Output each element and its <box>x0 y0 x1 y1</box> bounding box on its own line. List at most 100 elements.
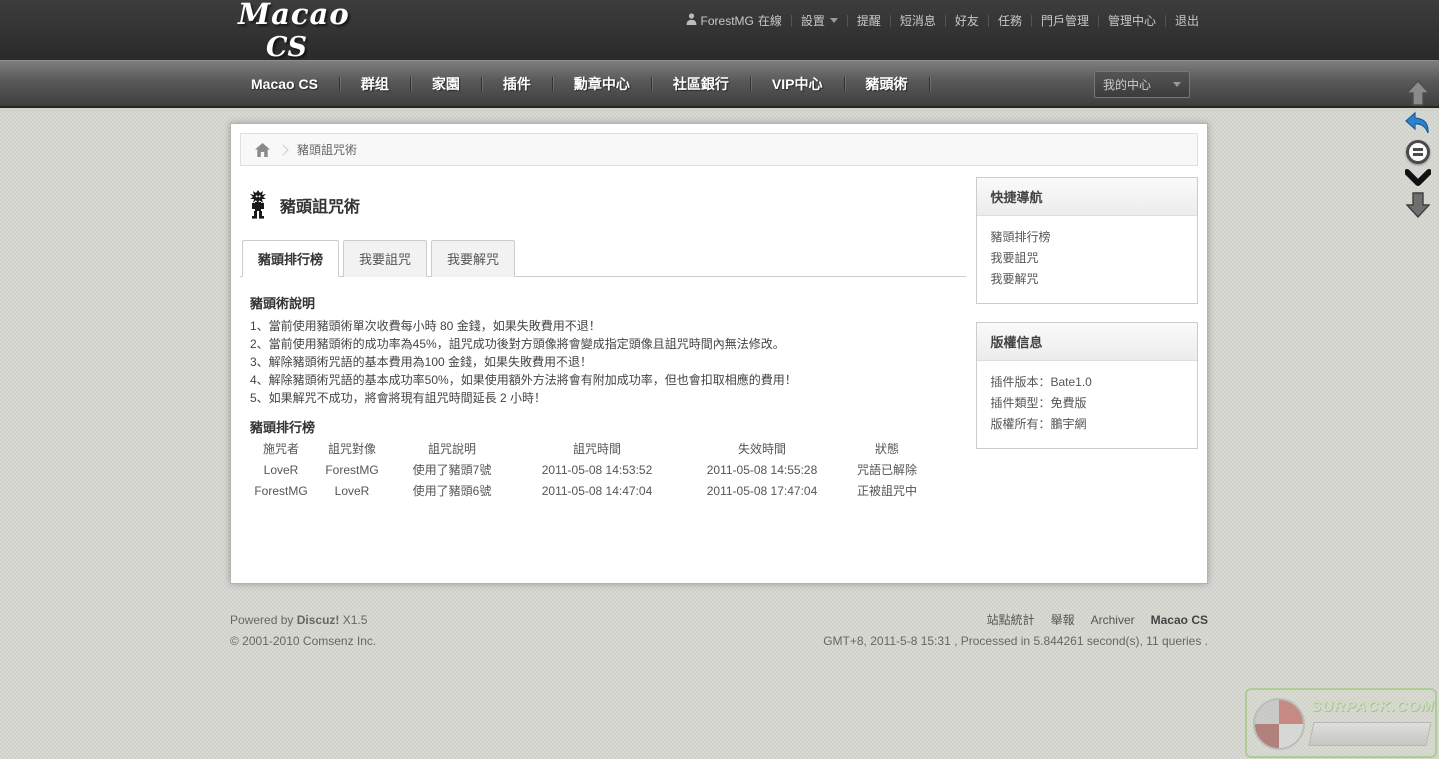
nav-item-home[interactable]: Macao CS <box>230 76 339 92</box>
cell-description: 使用了豬頭6號 <box>392 480 512 501</box>
footer-links: 站點統計 舉報 Archiver Macao CS <box>823 610 1208 631</box>
topbar-link-friends[interactable]: 好友 <box>946 12 988 29</box>
tab-ranking[interactable]: 豬頭排行榜 <box>242 240 339 277</box>
settings-label: 設置 <box>801 12 825 29</box>
user-menu: ForestMG 在線 設置 提醒 短消息 好友 任務 門戶管理 管理中心 退出 <box>677 12 1208 29</box>
cell-status: 咒語已解除 <box>842 459 932 480</box>
nav-item-groups[interactable]: 群组 <box>340 74 410 94</box>
tab-curse[interactable]: 我要詛咒 <box>343 240 427 277</box>
topbar-link-pm[interactable]: 短消息 <box>891 12 945 29</box>
footer-link-stats[interactable]: 站點統計 <box>987 610 1035 631</box>
footer: Powered by Discuz! X1.5 © 2001-2010 Coms… <box>230 610 1208 652</box>
user-profile-link[interactable]: ForestMG 在線 <box>677 12 791 29</box>
quick-nav-box: 快捷導航 豬頭排行榜 我要詛咒 我要解咒 <box>976 177 1198 304</box>
content-panel: 豬頭詛咒術 <box>230 123 1208 584</box>
footer-site-name: Macao CS <box>1151 610 1208 631</box>
main-column: 豬頭詛咒術 豬頭排行榜 我要詛咒 我要解咒 豬頭術說明 1、當前使用豬頭術單次收… <box>240 177 966 501</box>
notice-title: 豬頭術說明 <box>250 293 966 312</box>
col-header-caster: 施咒者 <box>250 438 312 459</box>
sidebar-link-ranking[interactable]: 豬頭排行榜 <box>990 227 1184 248</box>
cell-curse-time: 2011-05-08 14:47:04 <box>512 480 682 501</box>
page-title-text: 豬頭詛咒術 <box>280 193 360 217</box>
sidebar-link-uncurse[interactable]: 我要解咒 <box>990 269 1184 290</box>
discuz-brand-link[interactable]: Discuz! <box>297 613 340 627</box>
watermark-text: SURPACK.COM <box>1311 698 1434 715</box>
pighead-mascot-icon <box>248 189 268 222</box>
cell-status: 正被詛咒中 <box>842 480 932 501</box>
site-logo[interactable]: Macao CS <box>238 1 350 61</box>
watermark-logo: SURPACK.COM <box>1245 688 1437 758</box>
cell-target: LoveR <box>312 480 392 501</box>
page-scroll-tools <box>1402 80 1434 223</box>
col-header-curse-time: 詛咒時間 <box>512 438 682 459</box>
nav-item-space[interactable]: 家園 <box>411 74 481 94</box>
nav-item-medal-center[interactable]: 勳章中心 <box>553 74 651 94</box>
breadcrumb: 豬頭詛咒術 <box>240 133 1198 166</box>
topbar-link-admin-center[interactable]: 管理中心 <box>1099 12 1165 29</box>
copyright-box-title: 版權信息 <box>977 323 1197 361</box>
footer-stats-line: GMT+8, 2011-5-8 15:31 , Processed in 5.8… <box>823 631 1208 652</box>
nav-item-bank[interactable]: 社區銀行 <box>652 74 750 94</box>
copyright-box: 版權信息 插件版本：Bate1.0 插件類型：免費版 版權所有：鵬宇網 <box>976 322 1198 449</box>
powered-prefix: Powered by <box>230 613 293 627</box>
watermark-emblem-icon <box>1253 698 1305 750</box>
my-center-label: 我的中心 <box>1103 76 1151 93</box>
home-icon[interactable] <box>247 143 277 157</box>
ranking-title: 豬頭排行榜 <box>250 417 966 436</box>
cell-target: ForestMG <box>312 459 392 480</box>
cell-caster: ForestMG <box>250 480 312 501</box>
logo-line1: Macao <box>238 0 350 31</box>
settings-menu[interactable]: 設置 <box>792 12 847 29</box>
notice-item: 3、解除豬頭術咒語的基本費用為100 金錢，如果失敗費用不退！ <box>250 353 966 371</box>
cell-description: 使用了豬頭7號 <box>392 459 512 480</box>
topbar-link-notice[interactable]: 提醒 <box>848 12 890 29</box>
user-name: ForestMG <box>701 14 754 28</box>
table-header-row: 施咒者 詛咒對像 詛咒說明 詛咒時間 失效時間 狀態 <box>250 438 932 459</box>
nav-item-vip-center[interactable]: VIP中心 <box>751 74 844 94</box>
nav-item-plugins[interactable]: 插件 <box>482 74 552 94</box>
ranking-section: 豬頭排行榜 施咒者 詛咒對像 詛咒說明 詛咒時間 失效時間 狀態 <box>250 417 966 501</box>
scroll-top-arrow-icon[interactable] <box>1406 80 1430 106</box>
chevron-down-icon <box>1173 82 1181 87</box>
ranking-table: 施咒者 詛咒對像 詛咒說明 詛咒時間 失效時間 狀態 LoveR ForestM… <box>250 438 932 501</box>
footer-copyright: © 2001-2010 Comsenz Inc. <box>230 631 376 652</box>
cell-expire-time: 2011-05-08 17:47:04 <box>682 480 842 501</box>
user-status: 在線 <box>758 12 782 29</box>
notice-item: 5、如果解咒不成功，將會將現有詛咒時間延長 2 小時！ <box>250 389 966 407</box>
tab-bar: 豬頭排行榜 我要詛咒 我要解咒 <box>240 239 966 277</box>
table-row: ForestMG LoveR 使用了豬頭6號 2011-05-08 14:47:… <box>250 480 932 501</box>
sidebar-link-curse[interactable]: 我要詛咒 <box>990 248 1184 269</box>
footer-link-archiver[interactable]: Archiver <box>1091 610 1135 631</box>
cell-expire-time: 2011-05-08 14:55:28 <box>682 459 842 480</box>
my-center-dropdown[interactable]: 我的中心 <box>1094 71 1190 98</box>
notice-item: 4、解除豬頭術咒語的基本成功率50%，如果使用額外方法將會有附加成功率，但也會扣… <box>250 371 966 389</box>
notice-item: 2、當前使用豬頭術的成功率為45%，詛咒成功後對方頭像將會變成指定頭像且詛咒時間… <box>250 335 966 353</box>
topbar-link-logout[interactable]: 退出 <box>1166 12 1208 29</box>
topbar-link-tasks[interactable]: 任務 <box>989 12 1031 29</box>
top-bar: Macao CS ForestMG 在線 設置 提醒 短消息 好友 任 <box>0 0 1439 60</box>
footer-link-report[interactable]: 舉報 <box>1051 610 1075 631</box>
options-circle-icon[interactable] <box>1406 140 1430 164</box>
scroll-bottom-arrow-icon[interactable] <box>1406 192 1430 218</box>
back-arrow-icon[interactable] <box>1405 111 1431 135</box>
topbar-link-portal-admin[interactable]: 門戶管理 <box>1032 12 1098 29</box>
cell-caster: LoveR <box>250 459 312 480</box>
main-nav: Macao CS 群组 家園 插件 勳章中心 社區銀行 VIP中心 豬頭術 我的… <box>0 60 1439 108</box>
chevron-down-black-icon[interactable] <box>1405 169 1431 187</box>
divider <box>929 77 930 91</box>
breadcrumb-current: 豬頭詛咒術 <box>297 141 357 158</box>
table-row: LoveR ForestMG 使用了豬頭7號 2011-05-08 14:53:… <box>250 459 932 480</box>
quick-nav-title: 快捷導航 <box>977 178 1197 216</box>
powered-version: X1.5 <box>343 613 368 627</box>
tab-uncurse[interactable]: 我要解咒 <box>431 240 515 277</box>
plugin-owner: 版權所有：鵬宇網 <box>990 414 1184 435</box>
user-icon <box>686 13 697 28</box>
logo-line2: CS <box>238 34 350 61</box>
watermark-banner <box>1308 722 1431 746</box>
col-header-expire-time: 失效時間 <box>682 438 842 459</box>
breadcrumb-separator-icon <box>277 144 288 155</box>
col-header-status: 狀態 <box>842 438 932 459</box>
col-header-target: 詛咒對像 <box>312 438 392 459</box>
col-header-description: 詛咒說明 <box>392 438 512 459</box>
nav-item-pighead[interactable]: 豬頭術 <box>845 74 929 94</box>
